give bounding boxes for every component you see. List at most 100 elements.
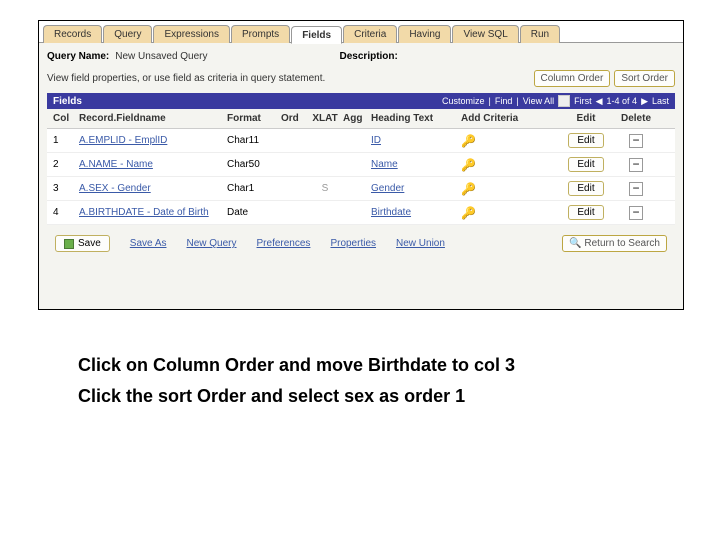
cell-format: Char11 <box>227 135 281 146</box>
tab-bar: Records Query Expressions Prompts Fields… <box>39 21 683 43</box>
edit-button[interactable]: Edit <box>568 181 603 196</box>
cell-format: Date <box>227 207 281 218</box>
cell-edit: Edit <box>561 181 611 196</box>
cell-edit: Edit <box>561 205 611 220</box>
app-window: Records Query Expressions Prompts Fields… <box>38 20 684 310</box>
table-row: 1A.EMPLID - EmplID Char11 ID 🔑 Edit − <box>47 129 675 153</box>
edit-button[interactable]: Edit <box>568 157 603 172</box>
heading-link[interactable]: Birthdate <box>371 207 411 218</box>
new-union-link[interactable]: New Union <box>396 238 445 249</box>
grid-range: 1-4 of 4 <box>607 96 638 106</box>
cell-heading: ID <box>371 135 461 146</box>
save-icon <box>64 239 74 249</box>
heading-link[interactable]: Gender <box>371 183 404 194</box>
col-header-xlat: XLAT <box>307 113 343 124</box>
add-criteria-icon[interactable]: 🔑 <box>461 206 476 220</box>
delete-button[interactable]: − <box>629 206 643 220</box>
col-header-heading: Heading Text <box>371 113 461 124</box>
cell-heading: Birthdate <box>371 207 461 218</box>
table-row: 3A.SEX - Gender Char1 S Gender 🔑 Edit − <box>47 177 675 201</box>
query-name-value: New Unsaved Query <box>115 51 207 62</box>
properties-link[interactable]: Properties <box>330 238 376 249</box>
cell-col: 2 <box>53 159 79 170</box>
instruction-line-1: Click on Column Order and move Birthdate… <box>78 350 660 381</box>
cell-col: 1 <box>53 135 79 146</box>
edit-button[interactable]: Edit <box>568 205 603 220</box>
grid-prev-icon[interactable]: ◀ <box>596 96 603 107</box>
preferences-link[interactable]: Preferences <box>257 238 311 249</box>
heading-link[interactable]: ID <box>371 135 381 146</box>
grid-next-icon[interactable]: ▶ <box>641 96 648 107</box>
grid-first-link[interactable]: First <box>574 96 592 106</box>
tab-viewsql[interactable]: View SQL <box>452 25 518 43</box>
col-header-addcrit: Add Criteria <box>461 113 561 124</box>
grid-title: Fields <box>53 96 82 107</box>
cell-format: Char50 <box>227 159 281 170</box>
instruction-line-2: Click the sort Order and select sex as o… <box>78 381 660 412</box>
cell-record: A.BIRTHDATE - Date of Birth <box>79 207 227 218</box>
delete-button[interactable]: − <box>629 134 643 148</box>
tab-expressions[interactable]: Expressions <box>153 25 229 43</box>
cell-record: A.NAME - Name <box>79 159 227 170</box>
cell-heading: Name <box>371 159 461 170</box>
cell-edit: Edit <box>561 133 611 148</box>
heading-link[interactable]: Name <box>371 159 398 170</box>
col-header-edit: Edit <box>561 113 611 124</box>
tab-records[interactable]: Records <box>43 25 102 43</box>
grid-body: 1A.EMPLID - EmplID Char11 ID 🔑 Edit − 2A.NAME … <box>47 129 675 225</box>
grid-title-bar: Fields Customize | Find | View All First… <box>47 93 675 109</box>
download-icon[interactable] <box>558 95 570 107</box>
instructions: Click on Column Order and move Birthdate… <box>78 350 660 411</box>
tab-fields[interactable]: Fields <box>291 26 342 44</box>
cell-record: A.SEX - Gender <box>79 183 227 194</box>
grid-header: Col Record.Fieldname Format Ord XLAT Agg… <box>47 109 675 129</box>
save-button[interactable]: Save <box>55 235 110 252</box>
tab-having[interactable]: Having <box>398 25 451 43</box>
cell-addcrit: 🔑 <box>461 134 561 148</box>
cell-edit: Edit <box>561 157 611 172</box>
grid-find-link[interactable]: Find <box>495 96 513 106</box>
footer-bar: Save Save As New Query Preferences Prope… <box>47 225 675 262</box>
record-link[interactable]: A.SEX - Gender <box>79 183 151 194</box>
cell-col: 4 <box>53 207 79 218</box>
tab-prompts[interactable]: Prompts <box>231 25 290 43</box>
sort-order-button[interactable]: Sort Order <box>614 70 675 87</box>
column-order-button[interactable]: Column Order <box>534 70 611 87</box>
cell-delete: − <box>611 182 661 196</box>
col-header-record: Record.Fieldname <box>79 113 227 124</box>
record-link[interactable]: A.EMPLID - EmplID <box>79 135 167 146</box>
save-as-link[interactable]: Save As <box>130 238 167 249</box>
tab-query[interactable]: Query <box>103 25 152 43</box>
record-link[interactable]: A.NAME - Name <box>79 159 153 170</box>
return-to-search-button[interactable]: 🔍 Return to Search <box>562 235 667 252</box>
grid-customize-link[interactable]: Customize <box>442 96 485 106</box>
cell-delete: − <box>611 158 661 172</box>
cell-heading: Gender <box>371 183 461 194</box>
col-header-agg: Agg <box>343 113 371 124</box>
record-link[interactable]: A.BIRTHDATE - Date of Birth <box>79 207 209 218</box>
delete-button[interactable]: − <box>629 158 643 172</box>
cell-format: Char1 <box>227 183 281 194</box>
grid-last-link[interactable]: Last <box>652 96 669 106</box>
new-query-link[interactable]: New Query <box>187 238 237 249</box>
search-icon: 🔍 <box>569 238 581 249</box>
tab-criteria[interactable]: Criteria <box>343 25 397 43</box>
cell-record: A.EMPLID - EmplID <box>79 135 227 146</box>
edit-button[interactable]: Edit <box>568 133 603 148</box>
cell-delete: − <box>611 134 661 148</box>
col-header-col: Col <box>53 113 79 124</box>
tab-run[interactable]: Run <box>520 25 560 43</box>
grid-viewall-link[interactable]: View All <box>523 96 554 106</box>
col-header-ord: Ord <box>281 113 307 124</box>
col-header-delete: Delete <box>611 113 661 124</box>
table-row: 4A.BIRTHDATE - Date of Birth Date Birthdat… <box>47 201 675 225</box>
delete-button[interactable]: − <box>629 182 643 196</box>
add-criteria-icon[interactable]: 🔑 <box>461 182 476 196</box>
add-criteria-icon[interactable]: 🔑 <box>461 134 476 148</box>
xlat-icon: S <box>322 183 329 194</box>
cell-xlat: S <box>307 183 343 194</box>
help-text: View field properties, or use field as c… <box>47 73 325 84</box>
query-name-label: Query Name: <box>47 51 109 62</box>
cell-col: 3 <box>53 183 79 194</box>
add-criteria-icon[interactable]: 🔑 <box>461 158 476 172</box>
